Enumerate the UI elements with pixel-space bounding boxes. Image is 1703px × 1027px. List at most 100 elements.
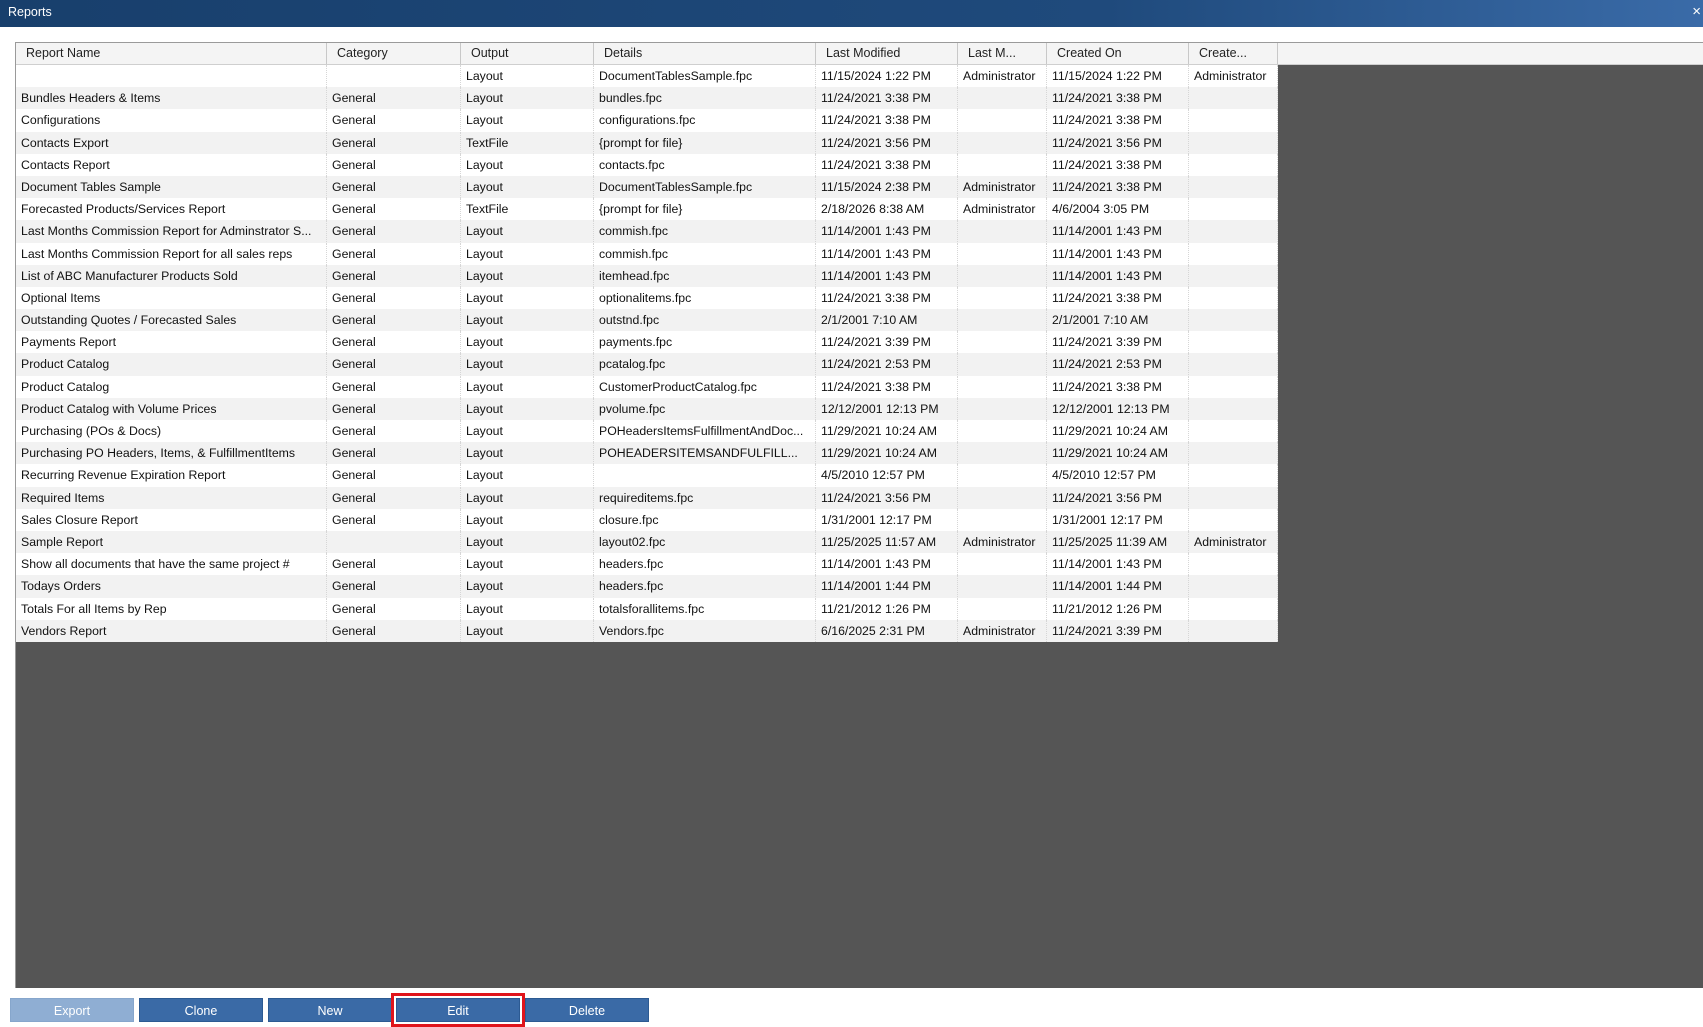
cell-last-modified-by <box>958 242 1047 265</box>
column-header-category[interactable]: Category <box>327 43 461 64</box>
edit-button[interactable]: Edit <box>391 993 525 1027</box>
cell-last-modified: 11/24/2021 3:39 PM <box>816 331 958 354</box>
export-button[interactable]: Export <box>10 998 134 1022</box>
cell-output: Layout <box>461 353 594 376</box>
clone-button[interactable]: Clone <box>139 998 263 1022</box>
cell-last-modified: 11/24/2021 3:38 PM <box>816 375 958 398</box>
cell-created-by <box>1189 242 1278 265</box>
cell-category: General <box>327 597 461 620</box>
cell-category: General <box>327 353 461 376</box>
table-row[interactable]: Totals For all Items by Rep General Layout… <box>16 597 1278 620</box>
table-row[interactable]: Forecasted Products/Services Report Gener… <box>16 198 1278 221</box>
cell-last-modified-by <box>958 597 1047 620</box>
cell-details: {prompt for file} <box>594 131 816 154</box>
cell-details: Vendors.fpc <box>594 619 816 642</box>
cell-output: Layout <box>461 153 594 176</box>
cell-created-by <box>1189 375 1278 398</box>
cell-output: Layout <box>461 109 594 132</box>
cell-last-modified-by: Administrator <box>958 65 1047 87</box>
cell-last-modified-by <box>958 87 1047 110</box>
table-row[interactable]: Last Months Commission Report for Admins… <box>16 220 1278 243</box>
cell-output: Layout <box>461 464 594 487</box>
column-header-last-modified-by[interactable]: Last M... <box>958 43 1047 64</box>
cell-details: DocumentTablesSample.fpc <box>594 65 816 87</box>
table-row[interactable]: Document Tables Sample General Layout Docum… <box>16 175 1278 199</box>
table-row[interactable]: Required Items General Layout requireditems… <box>16 486 1278 509</box>
table-row[interactable]: Layout DocumentTablesSample.fpc 11/15/2024… <box>16 65 1278 88</box>
cell-last-modified: 2/1/2001 7:10 AM <box>816 309 958 332</box>
cell-last-modified-by <box>958 331 1047 354</box>
table-row[interactable]: Bundles Headers & Items General Layout bund… <box>16 87 1278 110</box>
cell-category: General <box>327 87 461 110</box>
table-row[interactable]: Purchasing PO Headers, Items, & Fulfillm… <box>16 442 1278 465</box>
row-empty-area <box>1278 265 1703 287</box>
column-header-last-modified[interactable]: Last Modified <box>816 43 958 64</box>
cell-report-name: Purchasing (POs & Docs) <box>16 420 327 442</box>
delete-button[interactable]: Delete <box>525 998 649 1022</box>
cell-category: General <box>327 397 461 420</box>
cell-created-on: 11/24/2021 3:38 PM <box>1047 375 1189 398</box>
table-row[interactable]: Product Catalog with Volume Prices Genera… <box>16 397 1278 420</box>
cell-report-name: Recurring Revenue Expiration Report <box>16 464 327 487</box>
cell-details: itemhead.fpc <box>594 264 816 287</box>
column-header-details[interactable]: Details <box>594 43 816 64</box>
table-row[interactable]: Sample Report Layout layout02.fpc 11/25/202… <box>16 530 1278 554</box>
cell-last-modified-by <box>958 420 1047 442</box>
cell-created-by <box>1189 286 1278 309</box>
new-button[interactable]: New <box>268 998 392 1022</box>
table-row[interactable]: Contacts Report General Layout contacts.fpc… <box>16 153 1278 176</box>
table-row[interactable]: Outstanding Quotes / Forecasted Sales Gen… <box>16 309 1278 332</box>
cell-category: General <box>327 442 461 465</box>
table-row[interactable]: Purchasing (POs & Docs) General Layout POHe… <box>16 420 1278 443</box>
cell-last-modified-by: Administrator <box>958 175 1047 198</box>
table-row[interactable]: Product Catalog General Layout CustomerProd… <box>16 375 1278 398</box>
cell-report-name: Sales Closure Report <box>16 508 327 531</box>
cell-details: payments.fpc <box>594 331 816 354</box>
table-row[interactable]: Optional Items General Layout optionalitems… <box>16 286 1278 310</box>
column-header-created-by[interactable]: Create... <box>1189 43 1278 64</box>
table-row[interactable]: Sales Closure Report General Layout closure… <box>16 508 1278 531</box>
cell-created-by <box>1189 87 1278 110</box>
table-row[interactable]: Product Catalog General Layout pcatalog.fpc… <box>16 353 1278 376</box>
cell-report-name: Product Catalog with Volume Prices <box>16 397 327 420</box>
cell-output: Layout <box>461 242 594 265</box>
cell-last-modified: 1/31/2001 12:17 PM <box>816 508 958 531</box>
table-row[interactable]: Vendors Report General Layout Vendors.fpc 6/… <box>16 619 1278 642</box>
reports-grid[interactable]: Report Name Category Output Details Last… <box>15 42 1703 988</box>
close-icon[interactable]: × <box>1692 3 1701 21</box>
table-row[interactable]: Show all documents that have the same pr… <box>16 553 1278 576</box>
column-header-created-on[interactable]: Created On <box>1047 43 1189 64</box>
table-row[interactable]: Todays Orders General Layout headers.fpc 11/… <box>16 575 1278 598</box>
cell-created-by <box>1189 220 1278 243</box>
cell-report-name: Totals For all Items by Rep <box>16 597 327 620</box>
cell-category: General <box>327 331 461 354</box>
row-empty-area <box>1278 331 1703 353</box>
cell-last-modified: 11/24/2021 3:56 PM <box>816 131 958 154</box>
table-row[interactable]: Payments Report General Layout payments.fpc… <box>16 331 1278 354</box>
table-row[interactable]: Last Months Commission Report for all sa… <box>16 242 1278 265</box>
cell-last-modified-by <box>958 109 1047 132</box>
column-header-output[interactable]: Output <box>461 43 594 64</box>
column-header-report-name[interactable]: Report Name <box>16 43 327 64</box>
cell-last-modified: 6/16/2025 2:31 PM <box>816 619 958 642</box>
cell-category: General <box>327 508 461 531</box>
cell-last-modified-by <box>958 375 1047 398</box>
row-empty-area <box>1278 353 1703 375</box>
cell-last-modified: 2/18/2026 8:38 AM <box>816 198 958 221</box>
table-row[interactable]: Configurations General Layout configuration… <box>16 109 1278 132</box>
cell-report-name: Payments Report <box>16 331 327 354</box>
cell-report-name: Bundles Headers & Items <box>16 87 327 110</box>
table-row[interactable]: Recurring Revenue Expiration Report Gener… <box>16 464 1278 487</box>
grid-rows: Layout DocumentTablesSample.fpc 11/15/2024… <box>16 65 1278 642</box>
cell-last-modified-by <box>958 220 1047 243</box>
cell-output: TextFile <box>461 131 594 154</box>
row-empty-area <box>1278 243 1703 265</box>
cell-category: General <box>327 486 461 509</box>
row-empty-area <box>1278 176 1703 198</box>
cell-last-modified-by <box>958 464 1047 487</box>
cell-created-by <box>1189 109 1278 132</box>
table-row[interactable]: List of ABC Manufacturer Products Sold Ge… <box>16 264 1278 287</box>
cell-created-by <box>1189 420 1278 442</box>
table-row[interactable]: Contacts Export General TextFile {prompt fo… <box>16 131 1278 154</box>
row-empty-area <box>1278 287 1703 309</box>
